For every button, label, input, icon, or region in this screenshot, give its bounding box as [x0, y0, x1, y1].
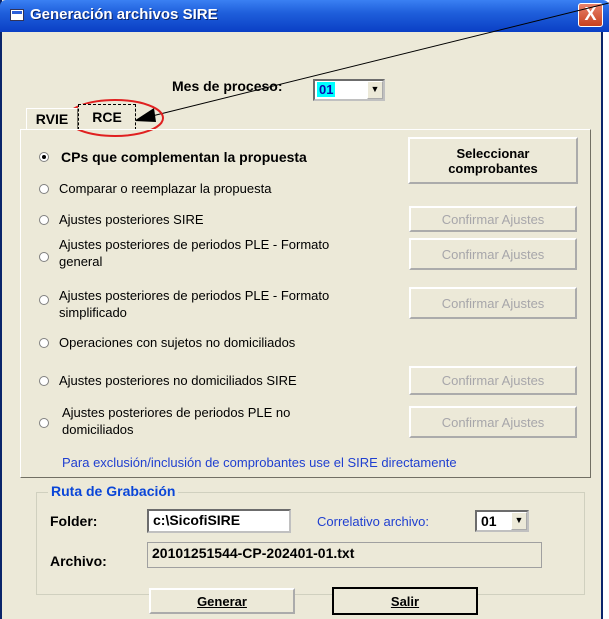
annotation-line: [147, 2, 609, 118]
option-label-7[interactable]: Ajustes posteriores no domiciliados SIRE: [59, 373, 297, 388]
correlativo-value: 01: [481, 513, 497, 529]
archivo-field: 20101251544-CP-202401-01.txt: [147, 542, 542, 568]
archivo-label: Archivo:: [50, 553, 107, 569]
sire-note-text: Para exclusión/inclusión de comprobantes…: [62, 455, 457, 470]
ruta-grabacion-legend: Ruta de Grabación: [48, 483, 179, 499]
option-radio-2[interactable]: [39, 184, 49, 194]
option-radio-7[interactable]: [39, 376, 49, 386]
option-label-8[interactable]: Ajustes posteriores de periodos PLE no d…: [62, 404, 342, 438]
salir-button[interactable]: Salir: [332, 587, 478, 615]
confirmar-ajustes-button-1[interactable]: Confirmar Ajustes: [409, 206, 577, 232]
option-label-3[interactable]: Ajustes posteriores SIRE: [59, 212, 204, 227]
salir-button-label: Salir: [390, 593, 420, 609]
correlativo-label: Correlativo archivo:: [317, 514, 429, 529]
confirmar-ajustes-button-5[interactable]: Confirmar Ajustes: [409, 406, 577, 438]
chevron-down-icon[interactable]: ▼: [511, 512, 527, 530]
tab-rce[interactable]: RCE: [78, 104, 136, 130]
option-radio-4[interactable]: [39, 252, 49, 262]
confirmar-ajustes-button-3[interactable]: Confirmar Ajustes: [409, 287, 577, 319]
confirmar-ajustes-button-2[interactable]: Confirmar Ajustes: [409, 238, 577, 270]
option-radio-5[interactable]: [39, 295, 49, 305]
option-label-6[interactable]: Operaciones con sujetos no domiciliados: [59, 335, 295, 350]
confirmar-ajustes-button-4[interactable]: Confirmar Ajustes: [409, 366, 577, 395]
option-label-5[interactable]: Ajustes posteriores de periodos PLE - Fo…: [59, 287, 349, 321]
generar-button[interactable]: Generar: [149, 588, 295, 614]
option-radio-6[interactable]: [39, 338, 49, 348]
option-label-2[interactable]: Comparar o reemplazar la propuesta: [59, 181, 271, 196]
option-radio-3[interactable]: [39, 215, 49, 225]
option-radio-8[interactable]: [39, 418, 49, 428]
folder-label: Folder:: [50, 513, 98, 529]
option-radio-1[interactable]: [39, 152, 49, 162]
folder-input[interactable]: c:\SicofiSIRE: [147, 509, 291, 533]
tab-rvie[interactable]: RVIE: [26, 108, 78, 130]
option-label-4[interactable]: Ajustes posteriores de periodos PLE - Fo…: [59, 236, 339, 270]
option-label-1[interactable]: CPs que complementan la propuesta: [61, 149, 307, 165]
seleccionar-comprobantes-button[interactable]: Seleccionar comprobantes: [408, 137, 578, 184]
correlativo-select[interactable]: 01 ▼: [475, 510, 529, 532]
arrow-head-icon: [134, 108, 156, 122]
generar-button-label: Generar: [197, 593, 247, 609]
